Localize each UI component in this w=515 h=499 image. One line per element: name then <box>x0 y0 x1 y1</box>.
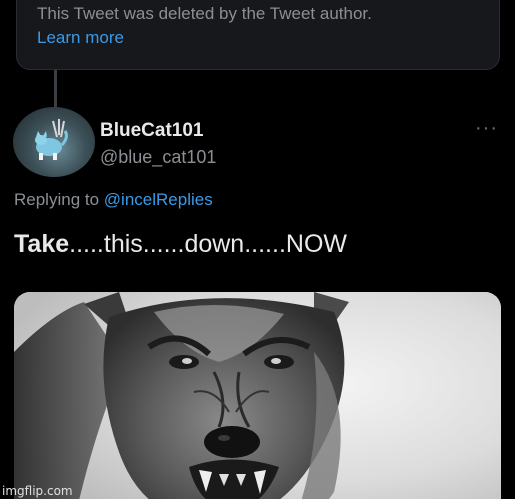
display-name[interactable]: BlueCat101 <box>100 120 204 142</box>
deleted-tweet-card: This Tweet was deleted by the Tweet auth… <box>16 0 500 70</box>
learn-more-link[interactable]: Learn more <box>37 28 124 48</box>
thread-connector-line <box>54 70 57 110</box>
deleted-tweet-notice: This Tweet was deleted by the Tweet auth… <box>37 4 372 23</box>
more-options-icon[interactable]: ··· <box>475 117 498 140</box>
tweet-media-image[interactable] <box>14 292 501 499</box>
tweet-text: Take.....this......down......NOW <box>14 230 347 259</box>
tweet-text-bold: Take <box>14 230 70 258</box>
cat-avatar-icon <box>35 119 68 160</box>
imgflip-watermark: imgflip.com <box>2 484 73 498</box>
user-handle[interactable]: @blue_cat101 <box>100 147 216 168</box>
tweet-thread-screenshot: This Tweet was deleted by the Tweet auth… <box>0 0 515 499</box>
tweet-text-rest: .....this......down......NOW <box>69 230 347 258</box>
snarling-wolf-image <box>14 292 501 499</box>
replying-to-line: Replying to @incelReplies <box>14 190 213 210</box>
replying-to-mention[interactable]: @incelReplies <box>104 190 213 209</box>
replying-prefix: Replying to <box>14 190 104 209</box>
avatar[interactable] <box>13 107 95 177</box>
